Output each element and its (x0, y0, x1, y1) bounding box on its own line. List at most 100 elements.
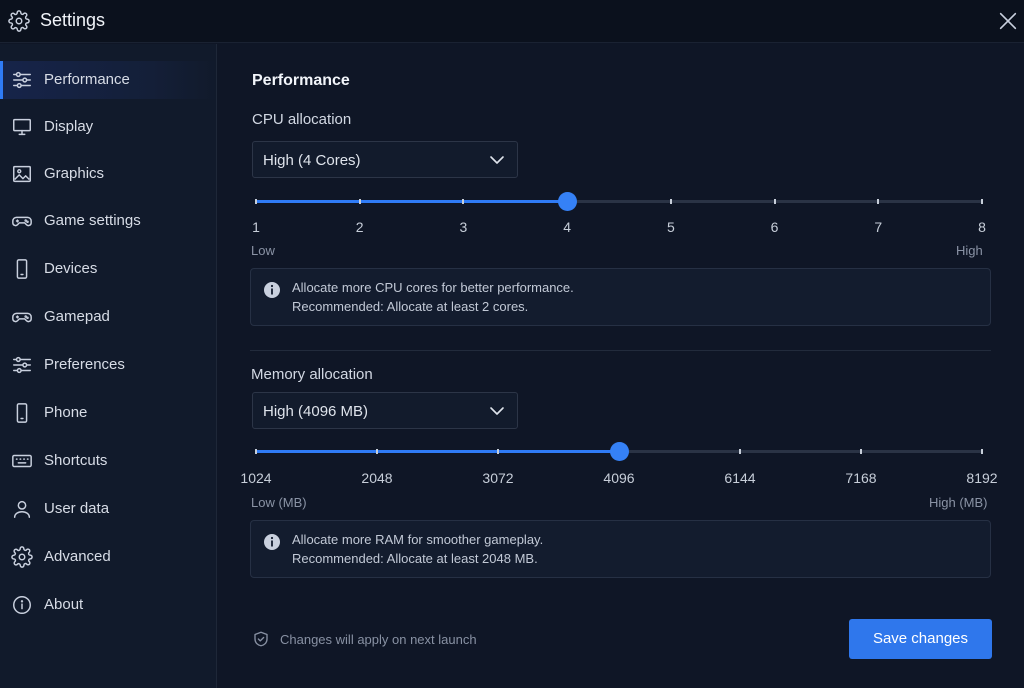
title-bar: Settings (0, 0, 1024, 43)
memory-slider-tick (860, 449, 862, 454)
cpu-info-recommendation: Recommended: Allocate at least 2 cores. (292, 299, 529, 314)
cpu-tick-label: 8 (978, 219, 986, 235)
memory-tick-label: 8192 (966, 470, 998, 486)
sidebar-item-preferences[interactable]: Preferences (0, 346, 216, 384)
sidebar-item-label: Gamepad (44, 308, 110, 325)
memory-tick-label: 6144 (724, 470, 756, 486)
cpu-tick-label: 2 (355, 219, 364, 235)
gear-icon (8, 10, 30, 32)
sidebar-item-label: User data (44, 500, 110, 517)
memory-slider[interactable] (255, 442, 983, 462)
sidebar-item-label: Preferences (44, 356, 125, 373)
memory-allocation-select[interactable]: High (4096 MB) (252, 392, 518, 429)
sidebar-item-phone[interactable]: Phone (0, 394, 216, 432)
cpu-slider-thumb[interactable] (558, 192, 578, 211)
sliders-icon (13, 71, 31, 89)
page-title: Performance (252, 72, 350, 89)
window-title: Settings (40, 10, 106, 30)
sidebar-item-label: Performance (44, 71, 130, 88)
keyboard-icon (12, 454, 32, 468)
sidebar-item-label: Shortcuts (44, 452, 108, 469)
cpu-allocation-label: CPU allocation (252, 111, 352, 128)
sidebar-item-label: Advanced (44, 548, 111, 565)
cpu-slider-tick (358, 199, 361, 204)
sidebar-item-label: Graphics (44, 165, 105, 182)
cpu-tick-label: 1 (252, 219, 260, 235)
gear-icon (11, 546, 33, 568)
phone-icon (16, 259, 28, 279)
sidebar-item-display[interactable]: Display (0, 108, 216, 146)
sidebar-item-label: Phone (44, 404, 88, 421)
footer-note-text: Changes will apply on next launch (280, 632, 477, 647)
shield-check-icon (254, 631, 268, 647)
gamepad-icon (12, 216, 32, 227)
memory-tick-label: 1024 (240, 470, 272, 486)
sidebar-item-label: About (44, 596, 84, 613)
info-icon (13, 596, 31, 614)
sidebar-item-devices[interactable]: Devices (0, 250, 216, 288)
cpu-tick-label: 3 (459, 219, 468, 235)
monitor-icon (13, 118, 31, 136)
cpu-tick-label: 4 (563, 219, 572, 235)
sidebar-item-gamepad[interactable]: Gamepad (0, 298, 216, 336)
cpu-slider-tick (773, 199, 776, 204)
chevron-down-icon (490, 407, 504, 415)
user-icon (13, 500, 31, 518)
save-changes-button[interactable]: Save changes (849, 619, 992, 659)
sidebar-item-user-data[interactable]: User data (0, 490, 216, 528)
cpu-info-text: Allocate more CPU cores for better perfo… (292, 280, 574, 295)
memory-allocation-label: Memory allocation (251, 366, 373, 383)
memory-tick-label: 4096 (603, 470, 635, 486)
memory-slider-tick (376, 449, 378, 454)
sidebar-item-graphics[interactable]: Graphics (0, 155, 216, 193)
memory-selected-value: High (4096 MB) (263, 403, 369, 420)
sidebar-item-about[interactable]: About (0, 586, 216, 624)
chevron-down-icon (490, 156, 504, 164)
sidebar-item-advanced[interactable]: Advanced (0, 538, 216, 576)
memory-info-recommendation: Recommended: Allocate at least 2048 MB. (292, 551, 538, 566)
cpu-tick-label: 7 (874, 219, 883, 235)
cpu-slider-tick (981, 199, 983, 204)
cpu-slider-tick (255, 199, 257, 204)
phone-icon (16, 403, 28, 423)
info-icon (264, 534, 280, 550)
memory-info-box: Allocate more RAM for smoother gameplay.… (250, 520, 991, 578)
cpu-slider-tick (877, 199, 880, 204)
info-icon (264, 282, 280, 298)
sidebar-item-shortcuts[interactable]: Shortcuts (0, 442, 216, 480)
memory-slider-tick (739, 449, 741, 454)
memory-low-label: Low (MB) (251, 495, 307, 510)
sidebar-item-label: Display (44, 118, 94, 135)
sidebar-item-game-settings[interactable]: Game settings (0, 202, 216, 240)
cpu-slider-tick (462, 199, 465, 204)
close-icon[interactable] (997, 10, 1019, 32)
cpu-slider[interactable] (255, 192, 983, 212)
sidebar: Performance Display Graphics Game settin… (0, 44, 217, 688)
controller-icon (12, 312, 32, 323)
sidebar-item-label: Devices (44, 260, 98, 277)
cpu-slider-tick (669, 199, 672, 204)
sliders-icon (13, 356, 31, 374)
memory-slider-tick (255, 449, 257, 454)
memory-slider-tick (497, 449, 499, 454)
cpu-selected-value: High (4 Cores) (263, 152, 361, 169)
sidebar-item-performance[interactable]: Performance (0, 61, 216, 99)
memory-tick-label: 7168 (845, 470, 877, 486)
memory-tick-label: 2048 (361, 470, 393, 486)
slider-fill (256, 200, 568, 203)
cpu-high-label: High (956, 243, 983, 258)
cpu-info-box: Allocate more CPU cores for better perfo… (250, 268, 991, 326)
main-panel: Performance CPU allocation High (4 Cores… (218, 44, 1024, 688)
memory-slider-tick (981, 449, 983, 454)
memory-slider-thumb[interactable] (610, 442, 629, 461)
memory-tick-label: 3072 (482, 470, 514, 486)
cpu-tick-label: 5 (666, 219, 675, 235)
cpu-low-label: Low (251, 243, 275, 258)
slider-fill (256, 450, 619, 453)
image-icon (13, 165, 31, 183)
memory-high-label: High (MB) (929, 495, 988, 510)
cpu-tick-label: 6 (770, 219, 779, 235)
sidebar-item-label: Game settings (44, 212, 141, 229)
divider (250, 350, 991, 351)
cpu-allocation-select[interactable]: High (4 Cores) (252, 141, 518, 178)
